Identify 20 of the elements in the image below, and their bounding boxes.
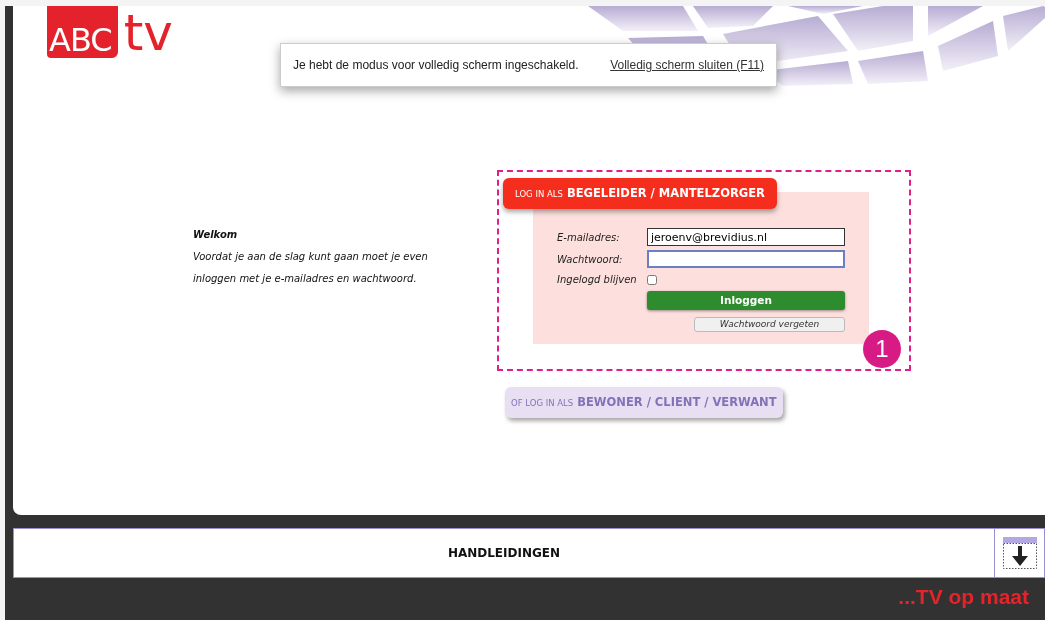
welcome-text: Voordat je aan de slag kunt gaan moet je even (193, 250, 428, 264)
checkbox-label: Ingelogd blijven (557, 273, 638, 287)
input-field[interactable]: jeroenv@brevidius.nl (647, 228, 845, 246)
welcome-title: Welkom (193, 228, 239, 242)
manuals-title[interactable]: HANDLEIDINGEN (14, 544, 994, 562)
notice-text: Je hebt de modus voor volledig scherm ingeschakeld. (293, 57, 579, 74)
logo: ABC (47, 6, 118, 58)
logo-text: tv (123, 11, 173, 56)
field-label: Wachtwoord: (557, 252, 624, 267)
download-icon[interactable] (1002, 537, 1037, 569)
step-marker: 1 (863, 330, 901, 368)
field-label: E-mailadres: (557, 230, 621, 245)
input-field[interactable] (647, 250, 845, 268)
login-button[interactable]: Inloggen (647, 291, 845, 310)
login-tab[interactable]: LOG IN ALS BEGELEIDER / MANTELZORGER (503, 178, 777, 210)
remember-checkbox[interactable] (647, 274, 657, 285)
slogan: ...TV op maat (898, 583, 1029, 610)
exit-fullscreen-link[interactable]: Volledig scherm sluiten (F11) (610, 56, 764, 74)
welcome-text: inloggen met je e-mailadres en wachtwoord. (193, 272, 418, 286)
forgot-password-button[interactable]: Wachtwoord vergeten (694, 317, 845, 332)
